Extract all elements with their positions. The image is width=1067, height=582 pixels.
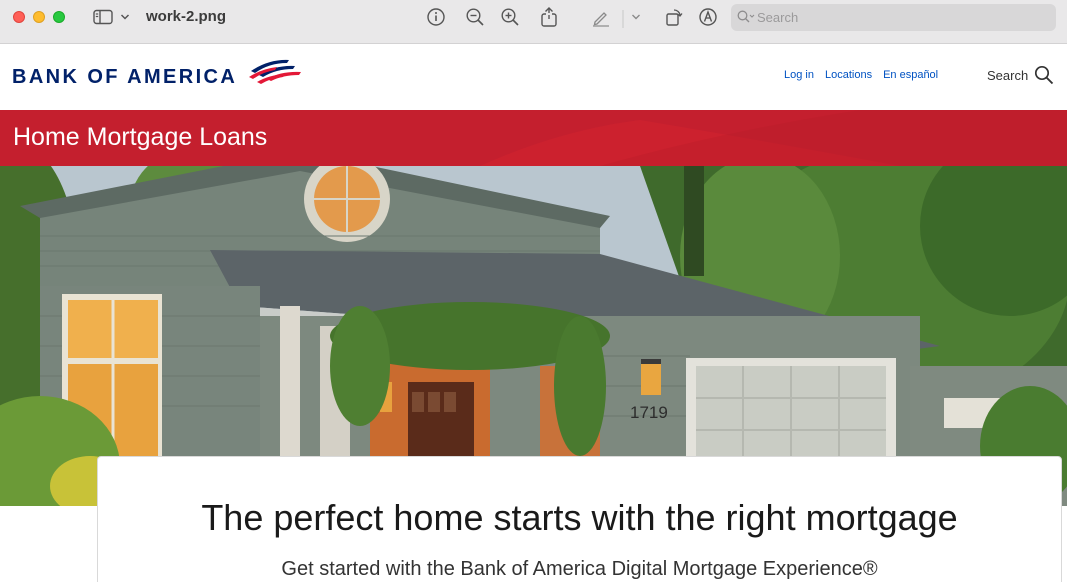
info-icon[interactable]: [426, 6, 446, 28]
headline-card: The perfect home starts with the right m…: [97, 456, 1062, 582]
zoom-out-icon[interactable]: [465, 6, 485, 28]
annotate-icon[interactable]: [698, 6, 718, 28]
document-title: work-2.png: [146, 8, 227, 25]
hero-house-image: 1719: [0, 166, 1067, 506]
site-search-label: Search: [987, 67, 1029, 83]
search-icon: [737, 10, 755, 29]
bank-logo-wordmark[interactable]: BANK OF AMERICA: [12, 66, 237, 89]
rotate-icon[interactable]: [664, 6, 684, 28]
bank-flag-logo-icon[interactable]: [247, 57, 303, 92]
site-search-button[interactable]: Search: [987, 65, 1054, 85]
hero-subheadline: Get started with the Bank of America Dig…: [281, 558, 878, 580]
chevron-down-icon[interactable]: [631, 6, 641, 28]
search-icon: [1035, 65, 1054, 85]
log-in-link[interactable]: Log in: [784, 69, 814, 81]
window-search-field[interactable]: [731, 4, 1056, 31]
site-header: BANK OF AMERICA Log in Locations En espa…: [0, 44, 1067, 110]
share-icon[interactable]: [540, 6, 558, 28]
minimize-window-button[interactable]: [33, 11, 45, 23]
zoom-in-icon[interactable]: [500, 6, 520, 28]
zoom-window-button[interactable]: [53, 11, 65, 23]
close-window-button[interactable]: [13, 11, 25, 23]
window-search-input[interactable]: [757, 8, 1047, 27]
house-number: 1719: [630, 403, 668, 422]
window-titlebar: work-2.png: [0, 0, 1067, 44]
toolbar-divider: [622, 8, 624, 30]
page-title: Home Mortgage Loans: [13, 123, 268, 151]
markup-pen-icon[interactable]: [591, 6, 611, 28]
sidebar-icon[interactable]: [93, 6, 113, 28]
espanol-link[interactable]: En español: [883, 69, 938, 81]
locations-link[interactable]: Locations: [825, 69, 872, 81]
chevron-down-icon[interactable]: [120, 6, 130, 28]
hero-headline: The perfect home starts with the right m…: [201, 497, 958, 538]
utility-links: Log in Locations En español: [784, 69, 938, 81]
page-banner: Home Mortgage Loans: [0, 110, 1067, 166]
